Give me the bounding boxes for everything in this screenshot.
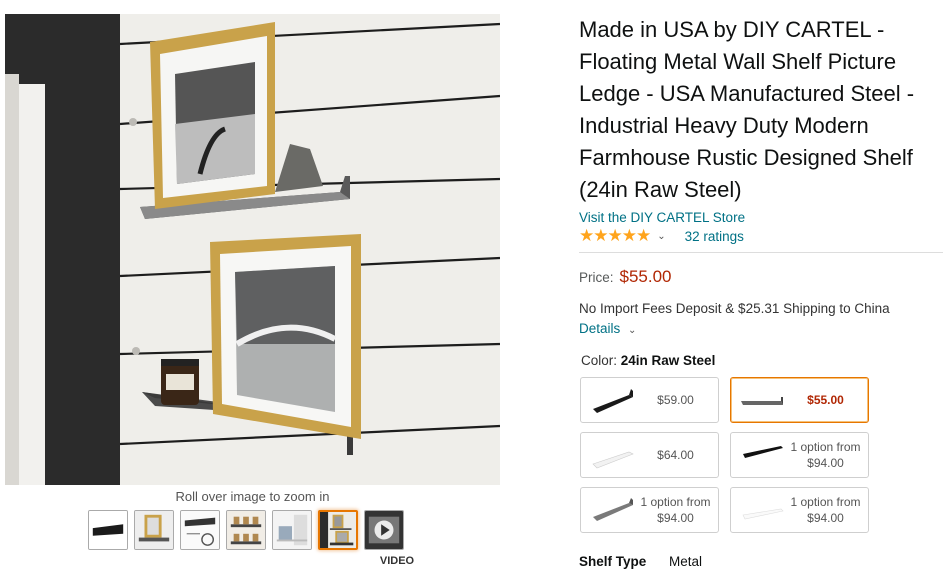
- price-label: Price:: [579, 270, 614, 285]
- swatch-option-4[interactable]: 1 option from $94.00: [730, 432, 869, 478]
- swatch-price: $94.00: [807, 511, 844, 525]
- swatch-option-text: 1 option from: [790, 440, 861, 454]
- shelf-type-value: Metal: [669, 554, 703, 569]
- swatch-option-text: 1 option from: [790, 495, 861, 509]
- swatch-option-3[interactable]: $64.00: [580, 432, 719, 478]
- color-swatch-grid: $59.00 $55.00 $64.00 1 option from $94.0…: [579, 377, 944, 533]
- thumbnail-3[interactable]: [180, 510, 220, 550]
- thumbnail-6-selected[interactable]: [318, 510, 358, 550]
- video-label: VIDEO: [379, 555, 415, 567]
- swatch-price: $55.00: [807, 393, 844, 407]
- thumbnail-1[interactable]: [88, 510, 128, 550]
- main-product-image[interactable]: [5, 14, 500, 485]
- thumbnail-4[interactable]: [226, 510, 266, 550]
- swatch-price: $59.00: [657, 393, 694, 407]
- ratings-count-link[interactable]: 32 ratings: [685, 229, 744, 244]
- thumbnail-5[interactable]: [272, 510, 312, 550]
- thumbnail-strip: [88, 510, 404, 552]
- color-value: 24in Raw Steel: [620, 353, 716, 368]
- chevron-down-icon[interactable]: ⌄: [628, 325, 636, 336]
- shelf-thumbnail-icon: [587, 438, 637, 472]
- swatch-option-1[interactable]: $59.00: [580, 377, 719, 423]
- details-link[interactable]: Details: [579, 321, 620, 336]
- swatch-price: $94.00: [807, 456, 844, 470]
- chevron-down-icon[interactable]: ⌄: [657, 231, 665, 242]
- color-label: Color:: [581, 353, 618, 368]
- swatch-option-text: 1 option from: [640, 495, 711, 509]
- shipping-info: No Import Fees Deposit & $25.31 Shipping…: [579, 299, 944, 341]
- shelf-thumbnail-icon: [737, 438, 787, 472]
- price-value: $55.00: [619, 267, 672, 286]
- swatch-option-6[interactable]: 1 option from $94.00: [730, 487, 869, 533]
- product-title: Made in USA by DIY CARTEL - Floating Met…: [579, 17, 915, 202]
- shelf-thumbnail-icon: [737, 383, 787, 417]
- thumbnail-video[interactable]: [364, 510, 404, 550]
- divider: [579, 252, 943, 253]
- price-row: Price: $55.00: [579, 267, 944, 287]
- shipping-text: No Import Fees Deposit & $25.31 Shipping…: [579, 301, 890, 316]
- zoom-hint: Roll over image to zoom in: [175, 489, 330, 504]
- shelf-shape: [593, 395, 633, 413]
- swatch-option-5[interactable]: 1 option from $94.00: [580, 487, 719, 533]
- swatch-price: $64.00: [657, 448, 694, 462]
- swatch-option-2-selected[interactable]: $55.00: [730, 377, 869, 423]
- shelf-type-row: Shelf Type Metal: [579, 554, 944, 569]
- shelf-thumbnail-icon: [587, 493, 637, 527]
- color-selection-label: Color: 24in Raw Steel: [579, 353, 944, 368]
- product-info: Made in USA by DIY CARTEL - Floating Met…: [579, 14, 944, 569]
- thumbnail-2[interactable]: [134, 510, 174, 550]
- star-rating-icon[interactable]: ★★★★★: [579, 227, 651, 245]
- shelf-thumbnail-icon: [587, 383, 637, 417]
- rating-row: ★★★★★ ⌄ 32 ratings: [579, 226, 944, 246]
- store-link[interactable]: Visit the DIY CARTEL Store: [579, 210, 944, 225]
- shelf-type-label: Shelf Type: [579, 554, 647, 569]
- shelf-thumbnail-icon: [737, 493, 787, 527]
- swatch-price: $94.00: [657, 511, 694, 525]
